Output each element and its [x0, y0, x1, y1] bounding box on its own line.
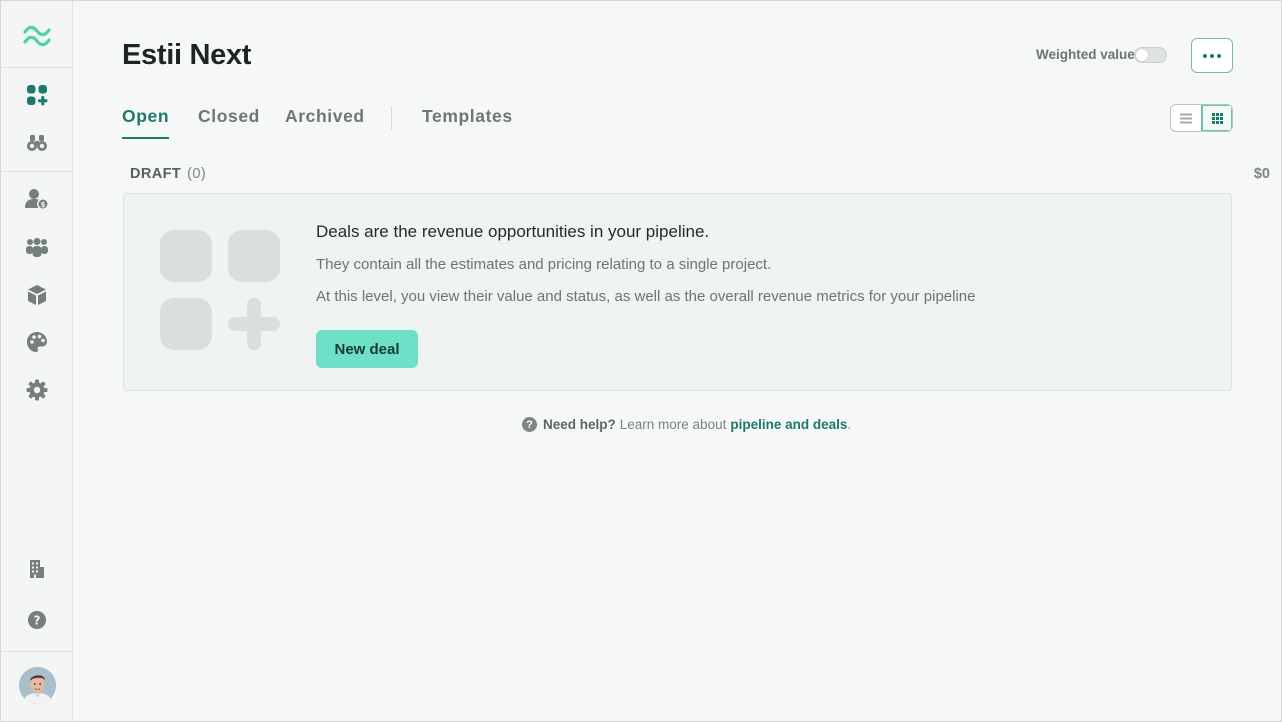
list-icon	[1180, 113, 1192, 123]
new-deal-button[interactable]: New deal	[316, 330, 418, 368]
svg-text:$: $	[41, 201, 46, 209]
weighted-value-label: Weighted value	[1036, 47, 1135, 62]
help-lead: Need help?	[543, 417, 616, 432]
logo-waves-icon[interactable]	[23, 23, 51, 49]
user-dollar-icon[interactable]: $	[24, 186, 50, 212]
box-icon[interactable]	[24, 282, 50, 308]
deals-icon[interactable]	[24, 82, 50, 108]
svg-text:?: ?	[34, 614, 41, 628]
palette-icon[interactable]	[24, 329, 50, 355]
empty-state-title: Deals are the revenue opportunities in y…	[316, 222, 710, 241]
help-icon[interactable]: ?	[24, 607, 50, 633]
placeholder-tile	[160, 298, 212, 350]
tab-templates[interactable]: Templates	[422, 106, 513, 137]
help-icon: ?	[522, 417, 537, 432]
page-title: Estii Next	[122, 39, 252, 71]
more-options-button[interactable]	[1191, 38, 1233, 73]
sidebar-divider	[1, 67, 72, 68]
sidebar: $ ?	[1, 1, 73, 721]
help-period: .	[847, 417, 852, 432]
placeholder-tile	[228, 230, 280, 282]
help-footer: ? Need help? Learn more about pipeline a…	[522, 417, 851, 432]
placeholder-plus-icon	[228, 298, 280, 350]
empty-state-text: At this level, you view their value and …	[316, 288, 976, 305]
list-view-button[interactable]	[1171, 105, 1201, 131]
view-toggle	[1170, 104, 1233, 132]
pipeline-deals-link[interactable]: pipeline and deals	[730, 417, 847, 432]
section-total: $0	[1253, 166, 1270, 182]
more-icon-dot	[1210, 53, 1214, 58]
team-icon[interactable]	[24, 234, 50, 260]
tab-closed[interactable]: Closed	[198, 106, 260, 137]
sidebar-divider	[1, 651, 72, 652]
weighted-value-toggle[interactable]	[1134, 47, 1167, 63]
more-icon-dot	[1217, 53, 1221, 58]
grid-icon	[1211, 112, 1223, 124]
section-header: DRAFT (0)	[130, 166, 206, 182]
binoculars-icon[interactable]	[24, 130, 50, 156]
section-name: DRAFT	[130, 166, 182, 182]
building-icon[interactable]	[24, 556, 50, 582]
gear-icon[interactable]	[24, 377, 50, 403]
toggle-knob	[1136, 49, 1148, 61]
section-count: (0)	[187, 166, 207, 182]
tab-archived[interactable]: Archived	[285, 106, 365, 137]
tab-divider	[391, 106, 392, 130]
placeholder-tile	[160, 230, 212, 282]
help-text: Learn more about	[619, 417, 727, 432]
empty-state-text: They contain all the estimates and prici…	[316, 256, 772, 273]
main-content: Estii Next Weighted value Open Closed Ar…	[74, 1, 1281, 721]
sidebar-divider	[1, 171, 72, 172]
tab-open[interactable]: Open	[122, 106, 170, 139]
empty-state-card: Deals are the revenue opportunities in y…	[123, 193, 1232, 391]
grid-view-button[interactable]	[1201, 105, 1232, 131]
more-icon-dot	[1203, 53, 1207, 58]
avatar[interactable]	[19, 667, 56, 704]
